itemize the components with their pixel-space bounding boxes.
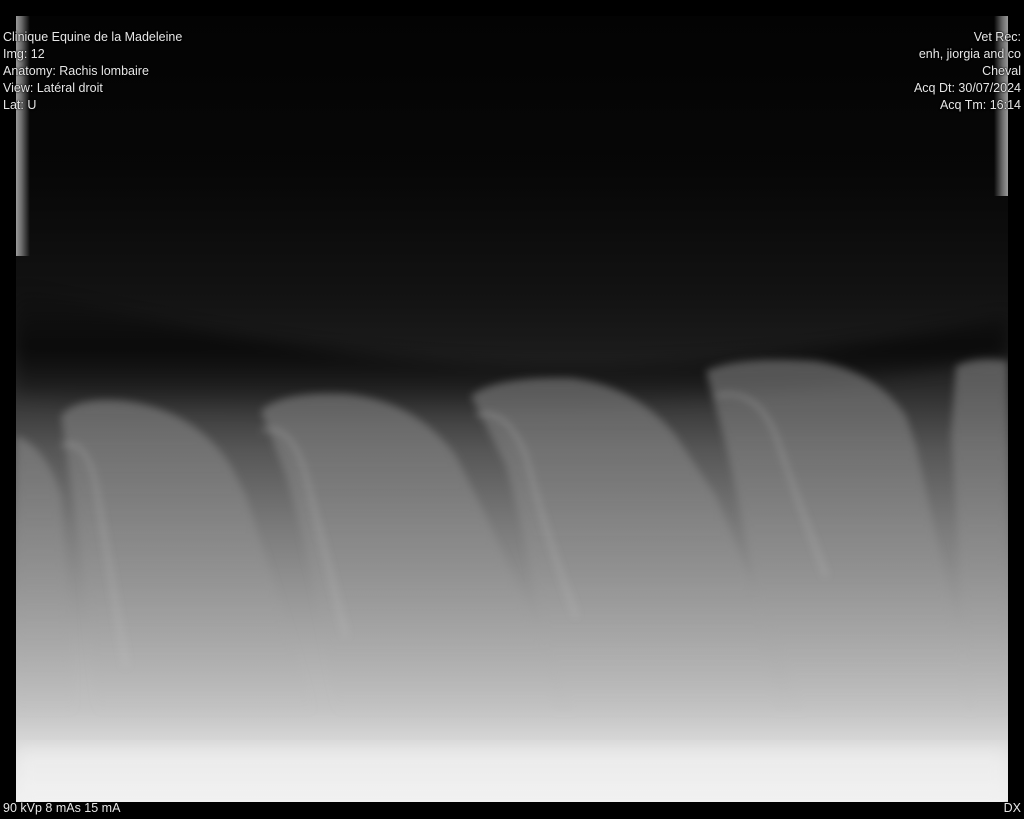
acquisition-date: Acq Dt: 30/07/2024 (913, 81, 1021, 95)
modality-label: DX (1003, 801, 1021, 815)
image-viewer[interactable]: Clinique Equine de la Madeleine Img: 12 … (0, 0, 1024, 819)
species-label: Cheval (982, 64, 1021, 78)
clinic-name: Clinique Equine de la Madeleine (3, 30, 183, 44)
laterality-label: Lat: U (3, 98, 37, 112)
vet-names: enh, jiorgia and co (918, 47, 1021, 61)
radiograph-anatomy (16, 286, 1008, 802)
anatomy-label: Anatomy: Rachis lombaire (3, 64, 149, 78)
image-number: Img: 12 (3, 47, 45, 61)
exposure-parameters: 90 kVp 8 mAs 15 mA (3, 801, 121, 815)
overlay-top-right: Vet Rec: enh, jiorgia and co Cheval Acq … (914, 29, 1021, 114)
vet-rec-label: Vet Rec: (973, 30, 1021, 44)
view-label: View: Latéral droit (3, 81, 103, 95)
overlay-top-left: Clinique Equine de la Madeleine Img: 12 … (3, 29, 182, 114)
acquisition-time: Acq Tm: 16:14 (939, 98, 1021, 112)
radiograph-image[interactable] (16, 16, 1008, 802)
